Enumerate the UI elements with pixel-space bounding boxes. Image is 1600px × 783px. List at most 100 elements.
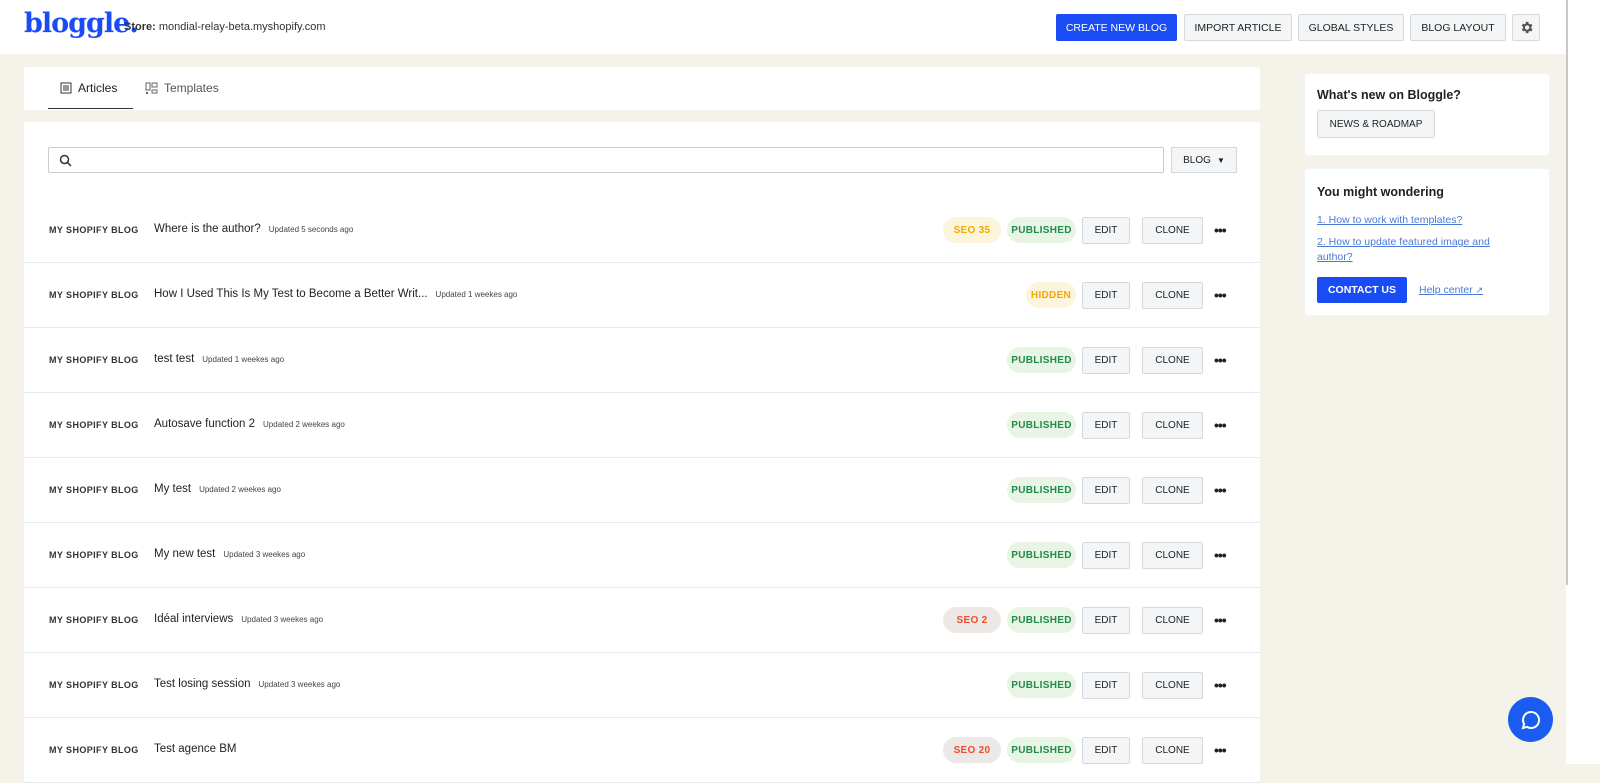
article-row[interactable]: MY SHOPIFY BLOG My test Updated 2 weekes … — [24, 458, 1260, 523]
article-row[interactable]: MY SHOPIFY BLOG Test agence BM SEO 20 PUBL… — [24, 718, 1260, 783]
chat-launcher-button[interactable] — [1508, 697, 1553, 742]
help-card: You might wondering 1. How to work with … — [1304, 168, 1550, 316]
scrollbar-track[interactable] — [1566, 0, 1568, 585]
article-title[interactable]: Test losing session Updated 3 weekes ago — [154, 678, 340, 690]
article-title-text: How I Used This Is My Test to Become a B… — [154, 288, 428, 300]
edit-button[interactable]: EDIT — [1082, 347, 1130, 374]
external-link-icon: ↗ — [1475, 285, 1484, 295]
blog-layout-button[interactable]: BLOG LAYOUT — [1410, 14, 1506, 41]
more-actions-icon[interactable]: ••• — [1214, 482, 1227, 498]
bloggle-logo[interactable]: bloggle. — [24, 8, 139, 39]
more-actions-icon[interactable]: ••• — [1214, 547, 1227, 563]
article-row[interactable]: MY SHOPIFY BLOG Idéal interviews Updated … — [24, 588, 1260, 653]
article-row[interactable]: MY SHOPIFY BLOG My new test Updated 3 wee… — [24, 523, 1260, 588]
more-actions-icon[interactable]: ••• — [1214, 222, 1227, 238]
clone-button[interactable]: CLONE — [1142, 477, 1203, 504]
article-title[interactable]: Autosave function 2 Updated 2 weekes ago — [154, 418, 345, 430]
clone-button[interactable]: CLONE — [1142, 542, 1203, 569]
import-article-button[interactable]: IMPORT ARTICLE — [1184, 14, 1292, 41]
article-title[interactable]: Test agence BM — [154, 743, 244, 755]
article-updated: Updated 5 seconds ago — [268, 225, 354, 234]
article-blog-name: MY SHOPIFY BLOG — [49, 550, 139, 560]
article-row[interactable]: MY SHOPIFY BLOG test test Updated 1 weeke… — [24, 328, 1260, 393]
article-blog-name: MY SHOPIFY BLOG — [49, 615, 139, 625]
clone-button[interactable]: CLONE — [1142, 282, 1203, 309]
templates-icon — [145, 82, 158, 94]
page-scrollbar[interactable] — [1566, 0, 1600, 764]
article-row[interactable]: MY SHOPIFY BLOG How I Used This Is My Te… — [24, 263, 1260, 328]
article-row[interactable]: MY SHOPIFY BLOG Where is the author? Upda… — [24, 198, 1260, 263]
edit-button[interactable]: EDIT — [1082, 672, 1130, 699]
article-title[interactable]: test test Updated 1 weekes ago — [154, 353, 284, 365]
edit-button[interactable]: EDIT — [1082, 737, 1130, 764]
search-icon — [59, 154, 72, 167]
article-updated: Updated 3 weekes ago — [241, 615, 324, 624]
article-title[interactable]: My test Updated 2 weekes ago — [154, 483, 281, 495]
settings-button[interactable] — [1512, 14, 1540, 41]
clone-button[interactable]: CLONE — [1142, 607, 1203, 634]
tab-articles-label: Articles — [78, 80, 118, 95]
article-icon — [60, 82, 72, 93]
status-badge: PUBLISHED — [1007, 672, 1076, 698]
tab-articles[interactable]: Articles — [48, 67, 133, 109]
article-row[interactable]: MY SHOPIFY BLOG Autosave function 2 Updat… — [24, 393, 1260, 458]
article-updated: Updated 1 weekes ago — [435, 290, 518, 299]
seo-score-badge: SEO 20 — [943, 737, 1001, 763]
article-title[interactable]: My new test Updated 3 weekes ago — [154, 548, 305, 560]
caret-down-icon: ▼ — [1216, 155, 1225, 165]
article-row[interactable]: MY SHOPIFY BLOG Test losing session Updat… — [24, 653, 1260, 718]
edit-button[interactable]: EDIT — [1082, 477, 1130, 504]
create-new-blog-button[interactable]: CREATE NEW BLOG — [1056, 14, 1177, 41]
clone-button[interactable]: CLONE — [1142, 737, 1203, 764]
status-badge: PUBLISHED — [1007, 217, 1076, 243]
help-link-templates[interactable]: 1. How to work with templates? — [1317, 213, 1462, 228]
article-title[interactable]: Idéal interviews Updated 3 weekes ago — [154, 613, 323, 625]
status-badge: PUBLISHED — [1007, 542, 1076, 568]
seo-score-badge: SEO 35 — [943, 217, 1001, 243]
more-actions-icon[interactable]: ••• — [1214, 612, 1227, 628]
blog-filter-dropdown[interactable]: BLOG ▼ — [1171, 147, 1237, 173]
status-badge: PUBLISHED — [1007, 607, 1076, 633]
status-badge: PUBLISHED — [1007, 412, 1076, 438]
tab-templates[interactable]: Templates — [145, 67, 219, 109]
article-title-text: Idéal interviews — [154, 613, 234, 625]
edit-button[interactable]: EDIT — [1082, 607, 1130, 634]
clone-button[interactable]: CLONE — [1142, 412, 1203, 439]
clone-button[interactable]: CLONE — [1142, 347, 1203, 374]
more-actions-icon[interactable]: ••• — [1214, 742, 1227, 758]
article-title-text: My test — [154, 483, 192, 495]
search-input[interactable] — [48, 147, 1164, 173]
status-badge: PUBLISHED — [1007, 347, 1076, 373]
article-blog-name: MY SHOPIFY BLOG — [49, 680, 139, 690]
article-title[interactable]: How I Used This Is My Test to Become a B… — [154, 288, 517, 300]
article-title-text: Where is the author? — [154, 223, 261, 235]
more-actions-icon[interactable]: ••• — [1214, 352, 1227, 368]
edit-button[interactable]: EDIT — [1082, 217, 1130, 244]
store-label: Store: — [124, 21, 156, 33]
tab-templates-label: Templates — [164, 81, 219, 95]
clone-button[interactable]: CLONE — [1142, 217, 1203, 244]
more-actions-icon[interactable]: ••• — [1214, 287, 1227, 303]
article-blog-name: MY SHOPIFY BLOG — [49, 420, 139, 430]
article-blog-name: MY SHOPIFY BLOG — [49, 355, 139, 365]
articles-list: BLOG ▼ MY SHOPIFY BLOG Where is the autho… — [24, 122, 1260, 783]
edit-button[interactable]: EDIT — [1082, 282, 1130, 309]
more-actions-icon[interactable]: ••• — [1214, 677, 1227, 693]
store-info: Store: mondial-relay-beta.myshopify.com — [124, 21, 326, 33]
news-roadmap-button[interactable]: NEWS & ROADMAP — [1317, 110, 1435, 138]
edit-button[interactable]: EDIT — [1082, 542, 1130, 569]
article-title-text: Test losing session — [154, 678, 251, 690]
store-domain: mondial-relay-beta.myshopify.com — [158, 21, 326, 33]
help-link-featured-image[interactable]: 2. How to update featured image and auth… — [1317, 235, 1517, 265]
clone-button[interactable]: CLONE — [1142, 672, 1203, 699]
help-center-link[interactable]: Help center ↗ — [1419, 283, 1483, 298]
global-styles-button[interactable]: GLOBAL STYLES — [1298, 14, 1404, 41]
article-updated: Updated 3 weekes ago — [258, 680, 341, 689]
article-tabs: Articles Templates — [24, 67, 1260, 110]
article-title[interactable]: Where is the author? Updated 5 seconds ag… — [154, 223, 353, 235]
more-actions-icon[interactable]: ••• — [1214, 417, 1227, 433]
edit-button[interactable]: EDIT — [1082, 412, 1130, 439]
top-bar: bloggle. Store: mondial-relay-beta.mysho… — [0, 0, 1566, 54]
contact-us-button[interactable]: CONTACT US — [1317, 277, 1407, 303]
chat-bubble-icon — [1521, 710, 1540, 729]
